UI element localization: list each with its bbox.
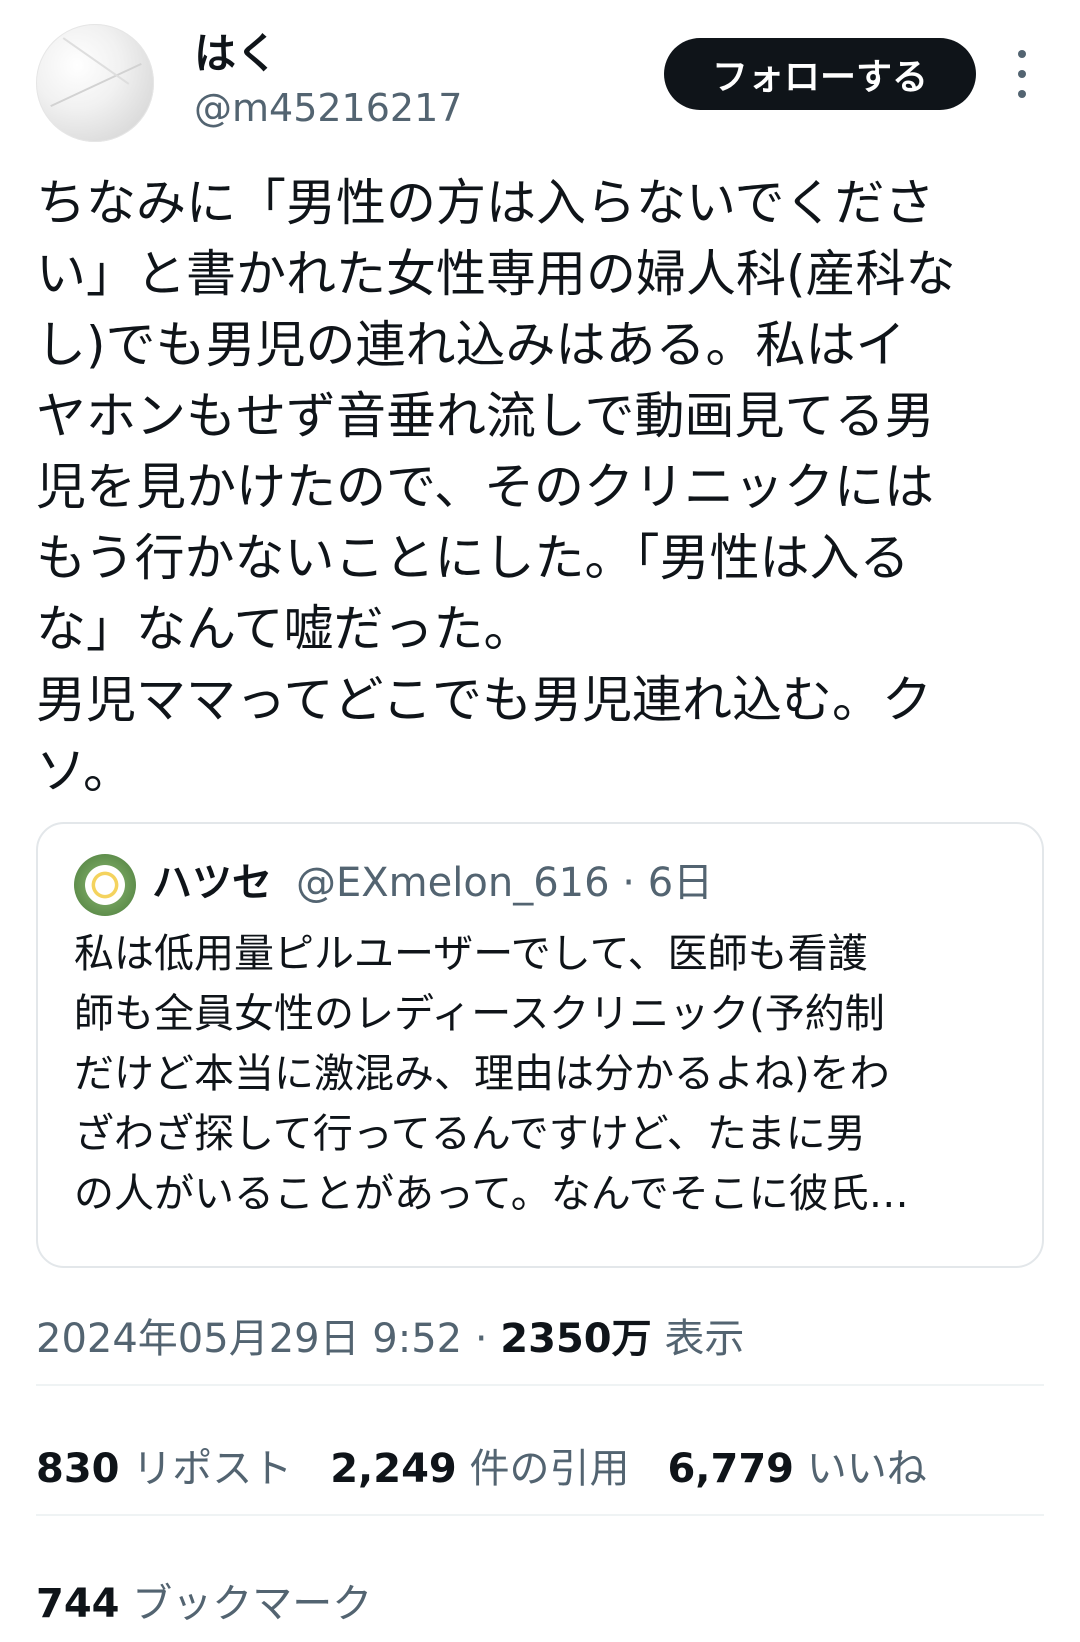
engagement-stats: 830 リポスト 2,249 件の引用 6,779 いいね	[36, 1440, 927, 1498]
divider	[36, 1514, 1044, 1516]
quoted-author-meta: @EXmelon_616 · 6日	[296, 854, 713, 912]
tweet-text: ちなみに「男性の方は入らないでくださ い」と書かれた女性専用の婦人科(産科な し…	[36, 174, 956, 800]
divider	[36, 1384, 1044, 1386]
quoted-author-handle: @EXmelon_616	[296, 860, 610, 906]
follow-button[interactable]: フォローする	[664, 38, 976, 110]
quotes-count: 2,249	[330, 1446, 457, 1492]
quotes-stat[interactable]: 2,249 件の引用	[330, 1440, 629, 1498]
more-dot	[1018, 90, 1026, 98]
likes-label: いいね	[794, 1446, 927, 1492]
author-avatar[interactable]	[36, 24, 154, 142]
meta-separator: ·	[462, 1316, 501, 1362]
bookmarks-stat[interactable]: 744 ブックマーク	[36, 1575, 372, 1633]
reposts-stat[interactable]: 830 リポスト	[36, 1440, 292, 1498]
bookmarks-label: ブックマーク	[119, 1581, 373, 1627]
tweet-datetime[interactable]: 2024年05月29日 9:52	[36, 1316, 462, 1362]
quoted-author-name: ハツセ	[152, 860, 272, 906]
author-handle[interactable]: @m45216217	[194, 82, 462, 134]
reposts-label: リポスト	[119, 1446, 293, 1492]
bookmarks-count: 744	[36, 1581, 120, 1627]
quoted-tweet-text: 私は低用量ピルユーザーでして、医師も看護 師も全員女性のレディースクリニック(予…	[74, 931, 909, 1217]
quoted-tweet[interactable]: ハツセ @EXmelon_616 · 6日 私は低用量ピルユーザーでして、医師も…	[36, 822, 1044, 1268]
more-dot	[1018, 50, 1026, 58]
views-label: 表示	[651, 1316, 745, 1362]
quotes-label: 件の引用	[456, 1446, 630, 1492]
more-dot	[1018, 70, 1026, 78]
quoted-timestamp: 6日	[647, 860, 714, 906]
author-name[interactable]: はく	[194, 26, 278, 82]
quoted-author-avatar	[74, 854, 136, 916]
tweet-meta: 2024年05月29日 9:52 · 2350万 表示	[36, 1310, 744, 1368]
more-options-icon[interactable]	[1010, 50, 1034, 98]
quoted-meta-separator: ·	[609, 860, 648, 906]
views-count: 2350万	[500, 1316, 652, 1362]
likes-stat[interactable]: 6,779 いいね	[667, 1440, 926, 1498]
reposts-count: 830	[36, 1446, 120, 1492]
likes-count: 6,779	[667, 1446, 794, 1492]
